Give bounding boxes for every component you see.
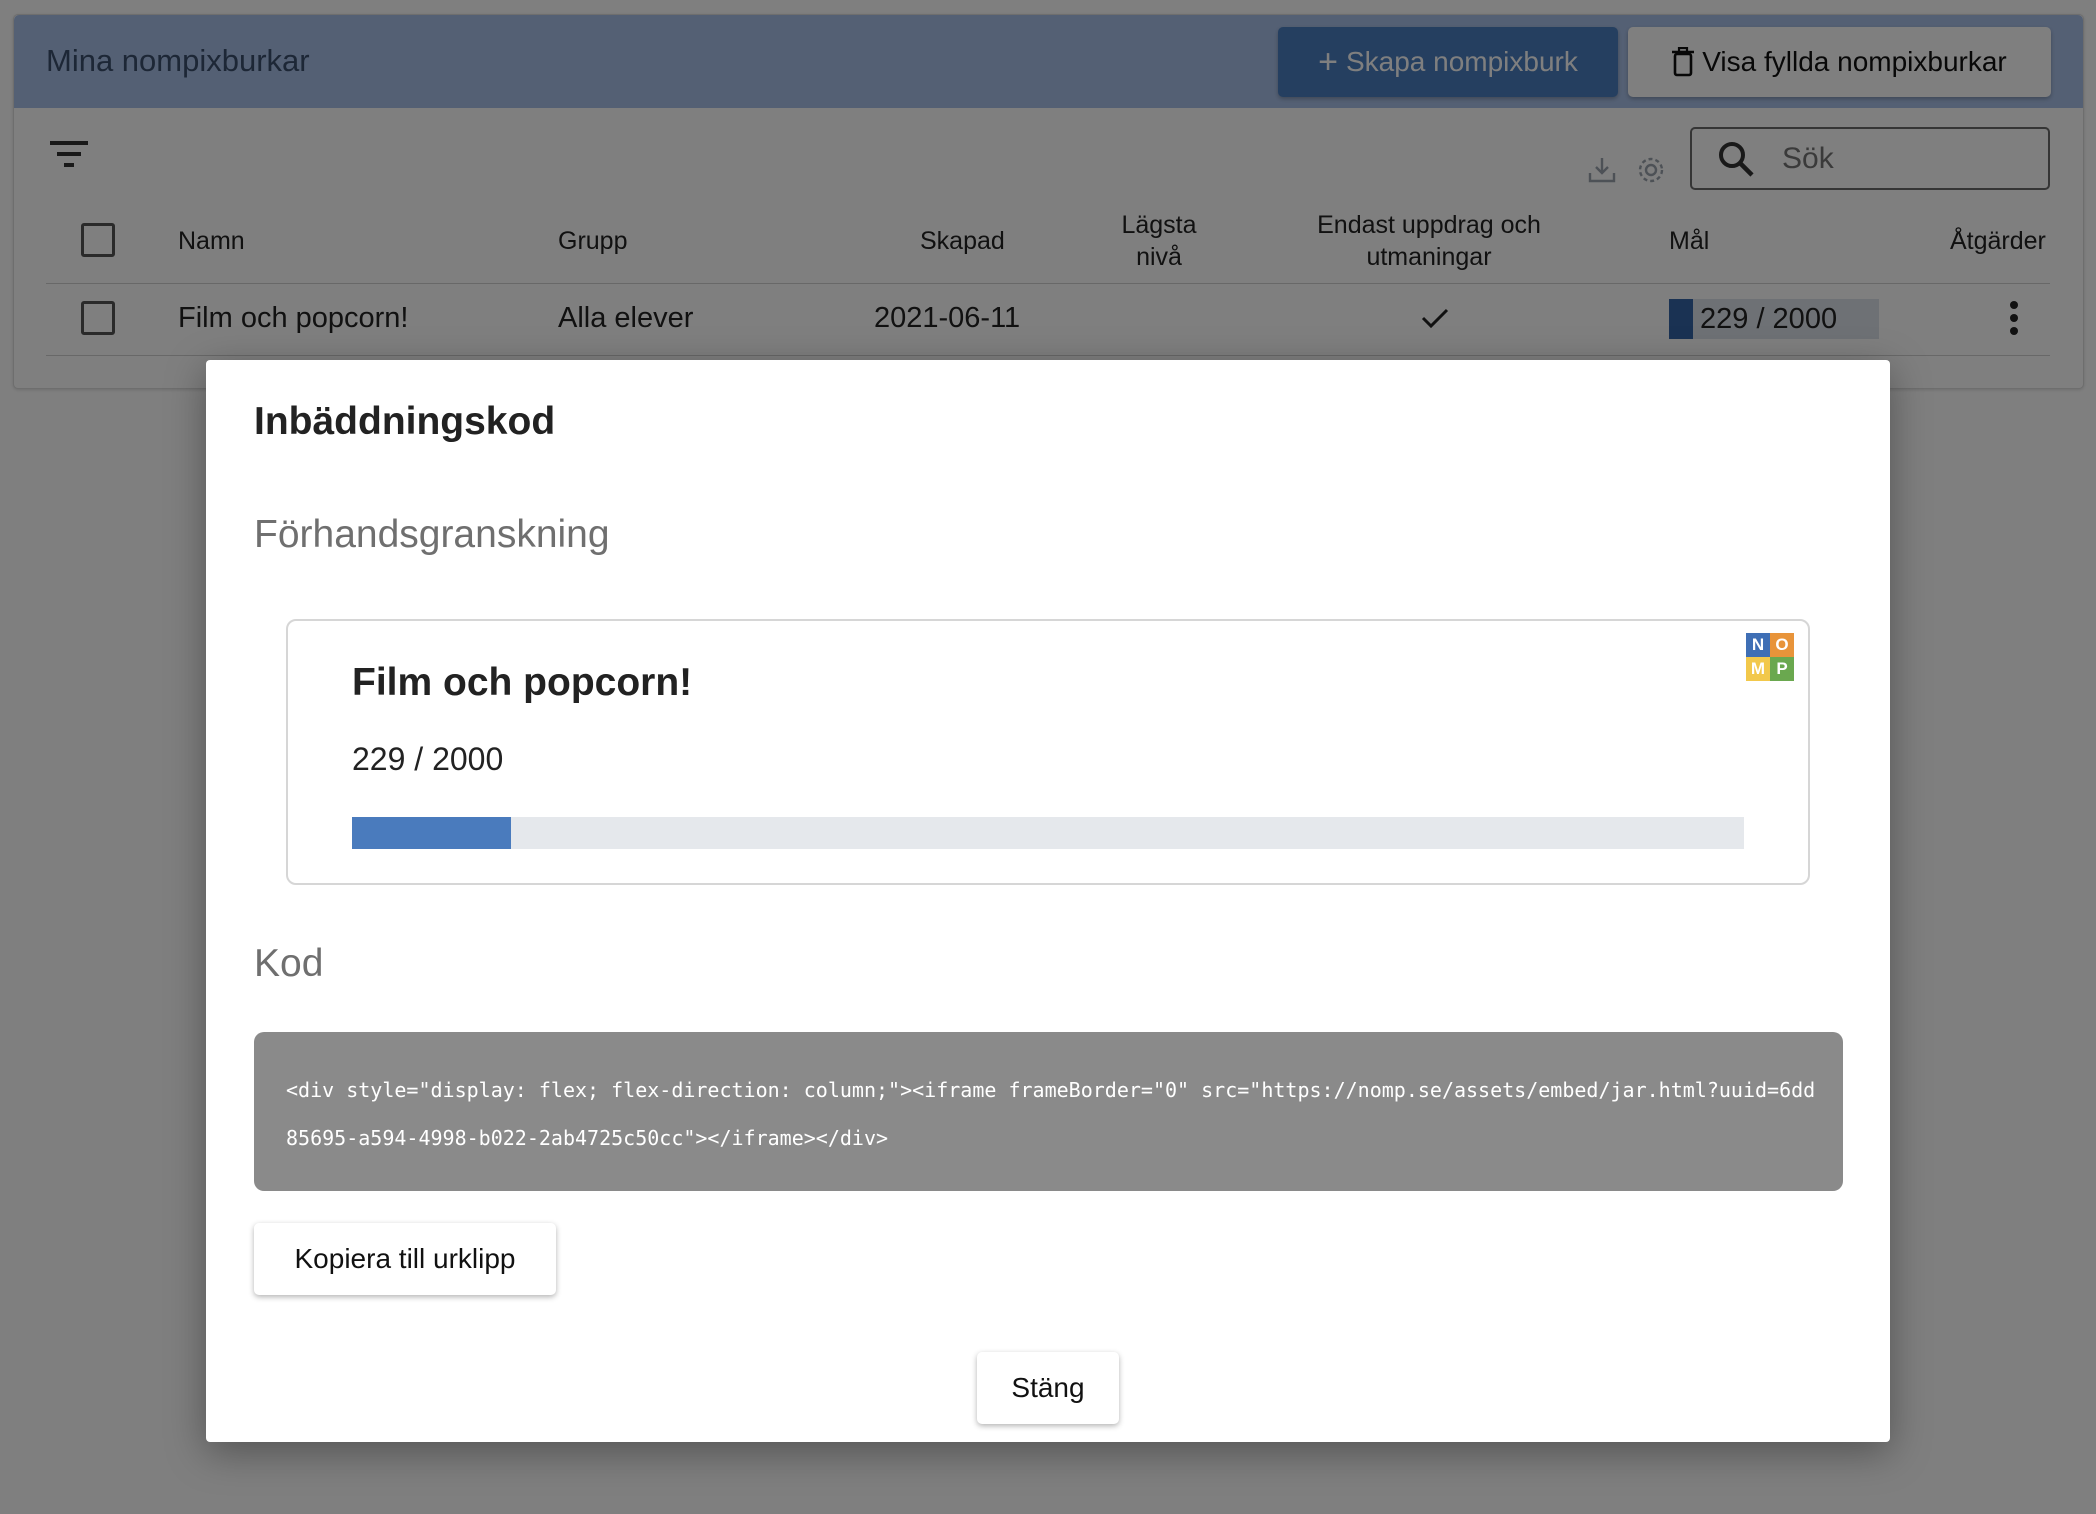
dialog-title: Inbäddningskod [254, 400, 556, 443]
close-button[interactable]: Stäng [977, 1352, 1119, 1424]
preview-progress-fill [352, 817, 512, 849]
embed-code-box[interactable]: <div style="display: flex; flex-directio… [254, 1032, 1843, 1191]
embed-code-dialog: Inbäddningskod Förhandsgranskning Film o… [206, 360, 1890, 1442]
nomp-logo-letter: P [1770, 657, 1794, 681]
nomp-logo-letter: M [1746, 657, 1770, 681]
nomp-logo-icon: N O M P [1746, 633, 1794, 681]
preview-jar-title: Film och popcorn! [352, 661, 693, 704]
embed-preview: Film och popcorn! 229 / 2000 N O M P [286, 619, 1810, 885]
nomp-logo-letter: O [1770, 633, 1794, 657]
preview-progress-bar [352, 817, 1744, 849]
preview-heading: Förhandsgranskning [254, 513, 610, 556]
code-heading: Kod [254, 942, 324, 985]
embed-code-text[interactable]: <div style="display: flex; flex-directio… [286, 1066, 1826, 1162]
nomp-logo-letter: N [1746, 633, 1770, 657]
preview-jar-count: 229 / 2000 [352, 741, 504, 777]
copy-to-clipboard-button[interactable]: Kopiera till urklipp [254, 1223, 556, 1295]
